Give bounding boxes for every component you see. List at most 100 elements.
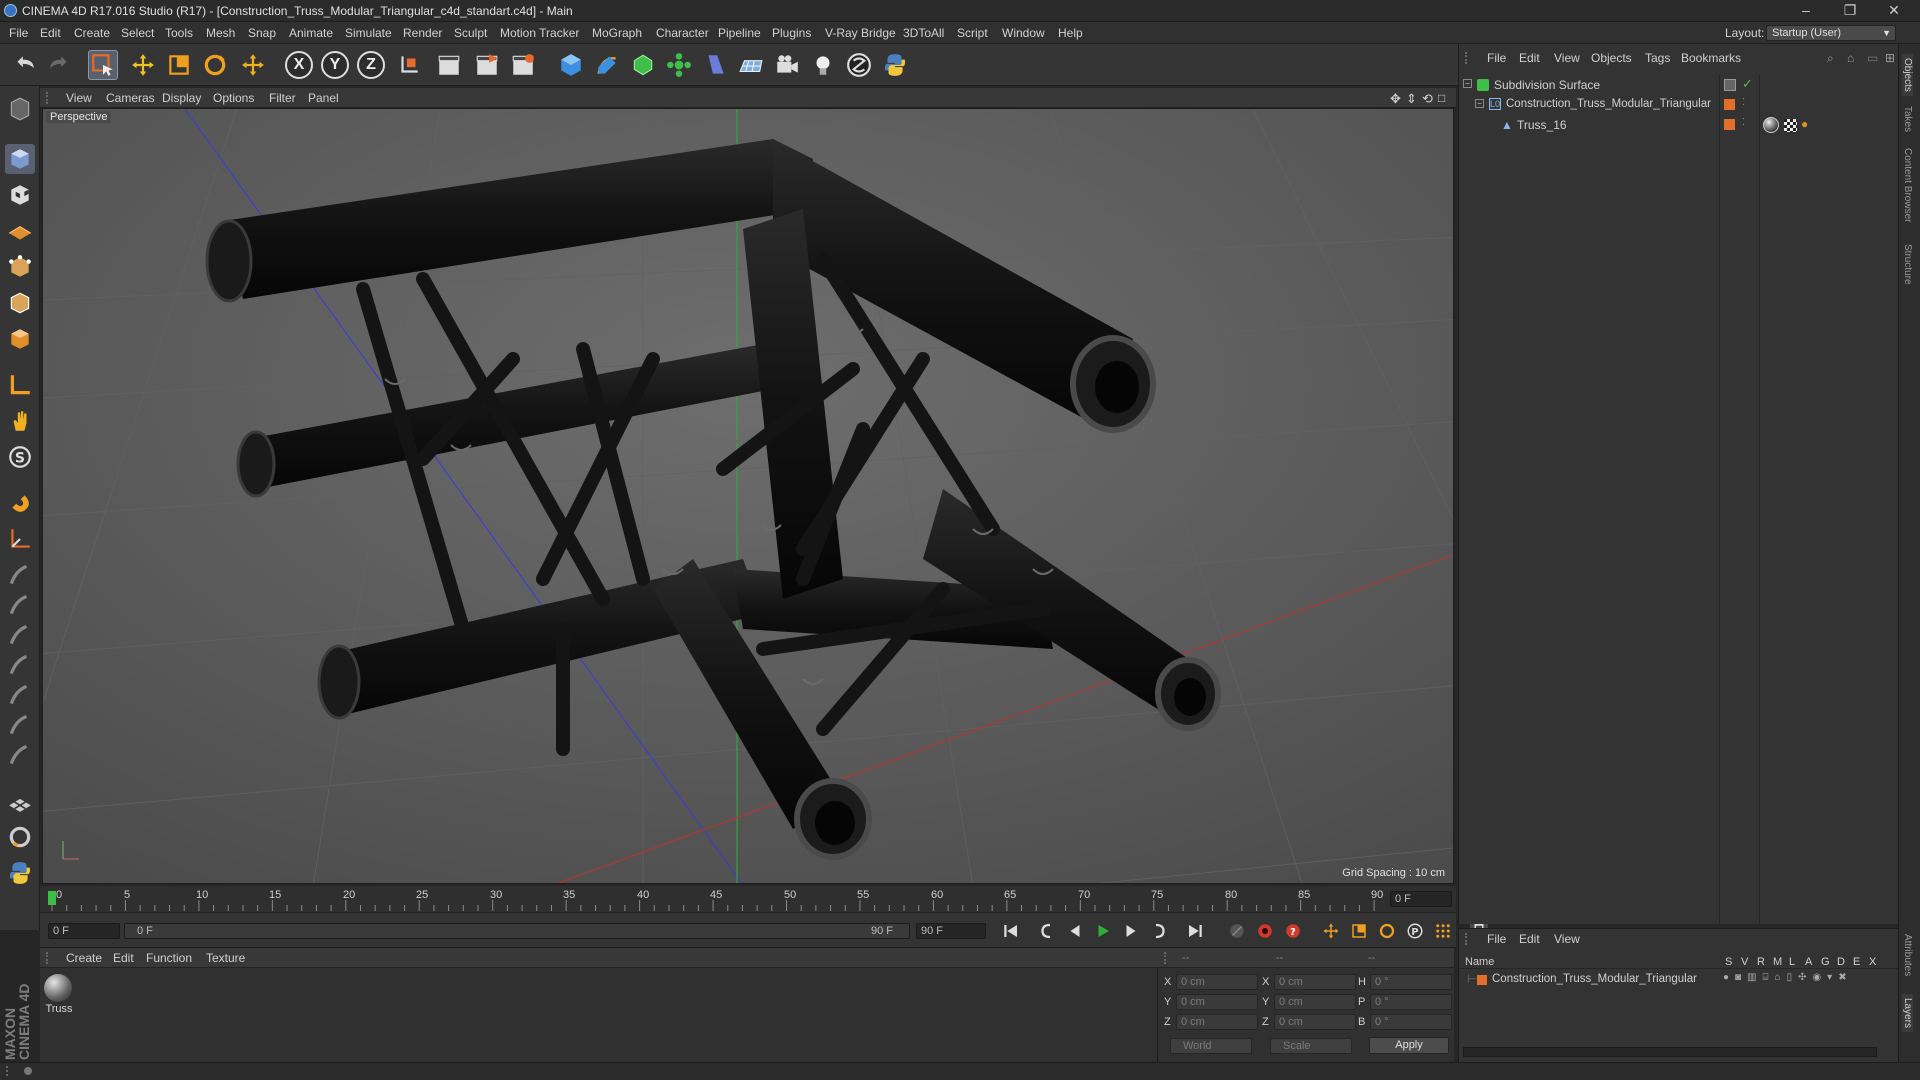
pen-spline-button[interactable] [592, 50, 622, 80]
tab-structure[interactable]: Structure [1902, 244, 1913, 285]
brush-tool-6-button[interactable] [5, 710, 35, 740]
tab-takes[interactable]: Takes [1902, 106, 1913, 132]
search-icon[interactable]: ⌕ [1827, 51, 1834, 66]
rot-b-field[interactable]: 0 ° [1370, 1014, 1452, 1030]
new-view-icon[interactable]: ▭ [1867, 51, 1878, 65]
collapse-icon[interactable]: − [1463, 79, 1472, 88]
menu-simulate[interactable]: Simulate [345, 26, 392, 40]
frame-range-slider[interactable]: 0 F 90 F [124, 923, 910, 939]
timeline-ruler[interactable]: 0 5 10 15 20 25 30 35 40 45 50 55 60 65 … [40, 886, 1456, 912]
deformer-button[interactable] [700, 50, 730, 80]
editor-visibility-toggle[interactable] [1724, 79, 1736, 91]
pos-x-field[interactable]: 0 cm [1176, 974, 1258, 990]
object-menu-bookmarks[interactable]: Bookmarks [1681, 51, 1741, 65]
menu-animate[interactable]: Animate [289, 26, 333, 40]
layer-menu-file[interactable]: File [1487, 932, 1506, 946]
tab-content-browser[interactable]: Content Browser [1902, 148, 1913, 222]
rot-h-field[interactable]: 0 ° [1370, 974, 1452, 990]
menu-select[interactable]: Select [121, 26, 154, 40]
next-frame-button[interactable] [1120, 920, 1142, 942]
python-button[interactable] [880, 50, 910, 80]
menu-character[interactable]: Character [656, 26, 709, 40]
polygons-mode-button[interactable] [5, 324, 35, 354]
material-menu-texture[interactable]: Texture [206, 951, 245, 965]
subdivision-surface-button[interactable] [628, 50, 658, 80]
size-mode-dropdown[interactable]: Scale [1270, 1038, 1352, 1054]
edges-mode-button[interactable] [5, 288, 35, 318]
menu-sculpt[interactable]: Sculpt [454, 26, 487, 40]
viewport-menu-view[interactable]: View [66, 91, 92, 105]
redo-button[interactable] [44, 50, 74, 80]
menu-snap[interactable]: Snap [248, 26, 276, 40]
apply-button[interactable]: Apply [1369, 1037, 1449, 1054]
close-button[interactable]: ✕ [1872, 0, 1916, 22]
scale-tool-button[interactable] [164, 50, 194, 80]
menu-mograph[interactable]: MoGraph [592, 26, 642, 40]
magnet-tool-button[interactable] [5, 822, 35, 852]
layer-row[interactable]: ⊢ Construction_Truss_Modular_Triangular … [1459, 971, 1899, 989]
tweak-mode-button[interactable] [5, 406, 35, 436]
menu-edit[interactable]: Edit [40, 26, 61, 40]
start-frame-field[interactable]: 0 F [48, 923, 120, 939]
layer-color-swatch[interactable] [1724, 119, 1735, 130]
rotate-tool-button[interactable] [200, 50, 230, 80]
previous-key-button[interactable] [1036, 920, 1058, 942]
object-menu-file[interactable]: File [1487, 51, 1506, 65]
viewport-menu-options[interactable]: Options [213, 91, 254, 105]
menu-window[interactable]: Window [1002, 26, 1045, 40]
play-button[interactable] [1092, 920, 1114, 942]
menu-mesh[interactable]: Mesh [206, 26, 235, 40]
brush-tool-2-button[interactable] [5, 590, 35, 620]
maximize-button[interactable]: ❐ [1828, 0, 1872, 22]
menu-render[interactable]: Render [403, 26, 442, 40]
menu-tools[interactable]: Tools [165, 26, 193, 40]
light-button[interactable] [808, 50, 838, 80]
coordinate-system-button[interactable] [394, 50, 424, 80]
menu-create[interactable]: Create [74, 26, 110, 40]
size-x-field[interactable]: 0 cm [1274, 974, 1356, 990]
brush-tool-7-button[interactable] [5, 740, 35, 770]
cube-object-button[interactable] [556, 50, 586, 80]
viewport-menu-filter[interactable]: Filter [269, 91, 296, 105]
z-axis-lock-button[interactable]: Z [357, 51, 385, 79]
autokey-button[interactable]: ? [1282, 920, 1304, 942]
workplane-toggle-button[interactable] [5, 524, 35, 554]
solo-button[interactable]: S [5, 442, 35, 472]
brush-tool-1-button[interactable] [5, 560, 35, 590]
key-position-button[interactable] [1320, 920, 1342, 942]
menu-script[interactable]: Script [957, 26, 988, 40]
vray-button[interactable] [844, 50, 874, 80]
layer-color-swatch[interactable] [1724, 99, 1735, 110]
visibility-dots-icon[interactable]: ⁚ [1742, 97, 1745, 108]
floor-button[interactable] [736, 50, 766, 80]
viewport-move-icon[interactable]: ✥ [1390, 91, 1401, 107]
material-swatch[interactable]: Truss [44, 974, 74, 1018]
pos-y-field[interactable]: 0 cm [1176, 994, 1258, 1010]
menu-3dtoall[interactable]: 3DToAll [903, 26, 944, 40]
y-axis-lock-button[interactable]: Y [321, 51, 349, 79]
pos-z-field[interactable]: 0 cm [1176, 1014, 1258, 1030]
menu-plugins[interactable]: Plugins [772, 26, 811, 40]
grid-floor-button[interactable] [5, 786, 35, 816]
recent-tool-button[interactable] [238, 50, 268, 80]
enabled-check-icon[interactable]: ✓ [1742, 76, 1753, 92]
python-script-button[interactable] [5, 858, 35, 888]
tab-layers[interactable]: Layers [1902, 994, 1913, 1033]
viewport-rotate-icon[interactable]: ⟲ [1422, 91, 1433, 107]
next-key-button[interactable] [1148, 920, 1170, 942]
viewport-layout-icon[interactable]: □ [1438, 91, 1445, 105]
undo-button[interactable] [10, 50, 40, 80]
coordinate-space-dropdown[interactable]: World [1170, 1038, 1252, 1054]
phong-tag-icon[interactable]: ● [1801, 117, 1808, 131]
key-scale-button[interactable] [1348, 920, 1370, 942]
layout-dropdown[interactable]: Startup (User) ▼ [1766, 25, 1896, 41]
layer-menu-view[interactable]: View [1554, 932, 1580, 946]
texture-mode-button[interactable] [5, 180, 35, 210]
object-row-construction-truss[interactable]: − L0 Construction_Truss_Modular_Triangul… [1459, 96, 1899, 114]
menu-file[interactable]: File [9, 26, 28, 40]
snap-button[interactable] [5, 488, 35, 518]
3d-viewport[interactable]: Perspective Grid Spacing : 10 cm [42, 108, 1454, 884]
uvw-tag-icon[interactable] [1784, 119, 1797, 132]
key-pla-button[interactable] [1432, 920, 1454, 942]
end-frame-field[interactable]: 90 F [916, 923, 986, 939]
